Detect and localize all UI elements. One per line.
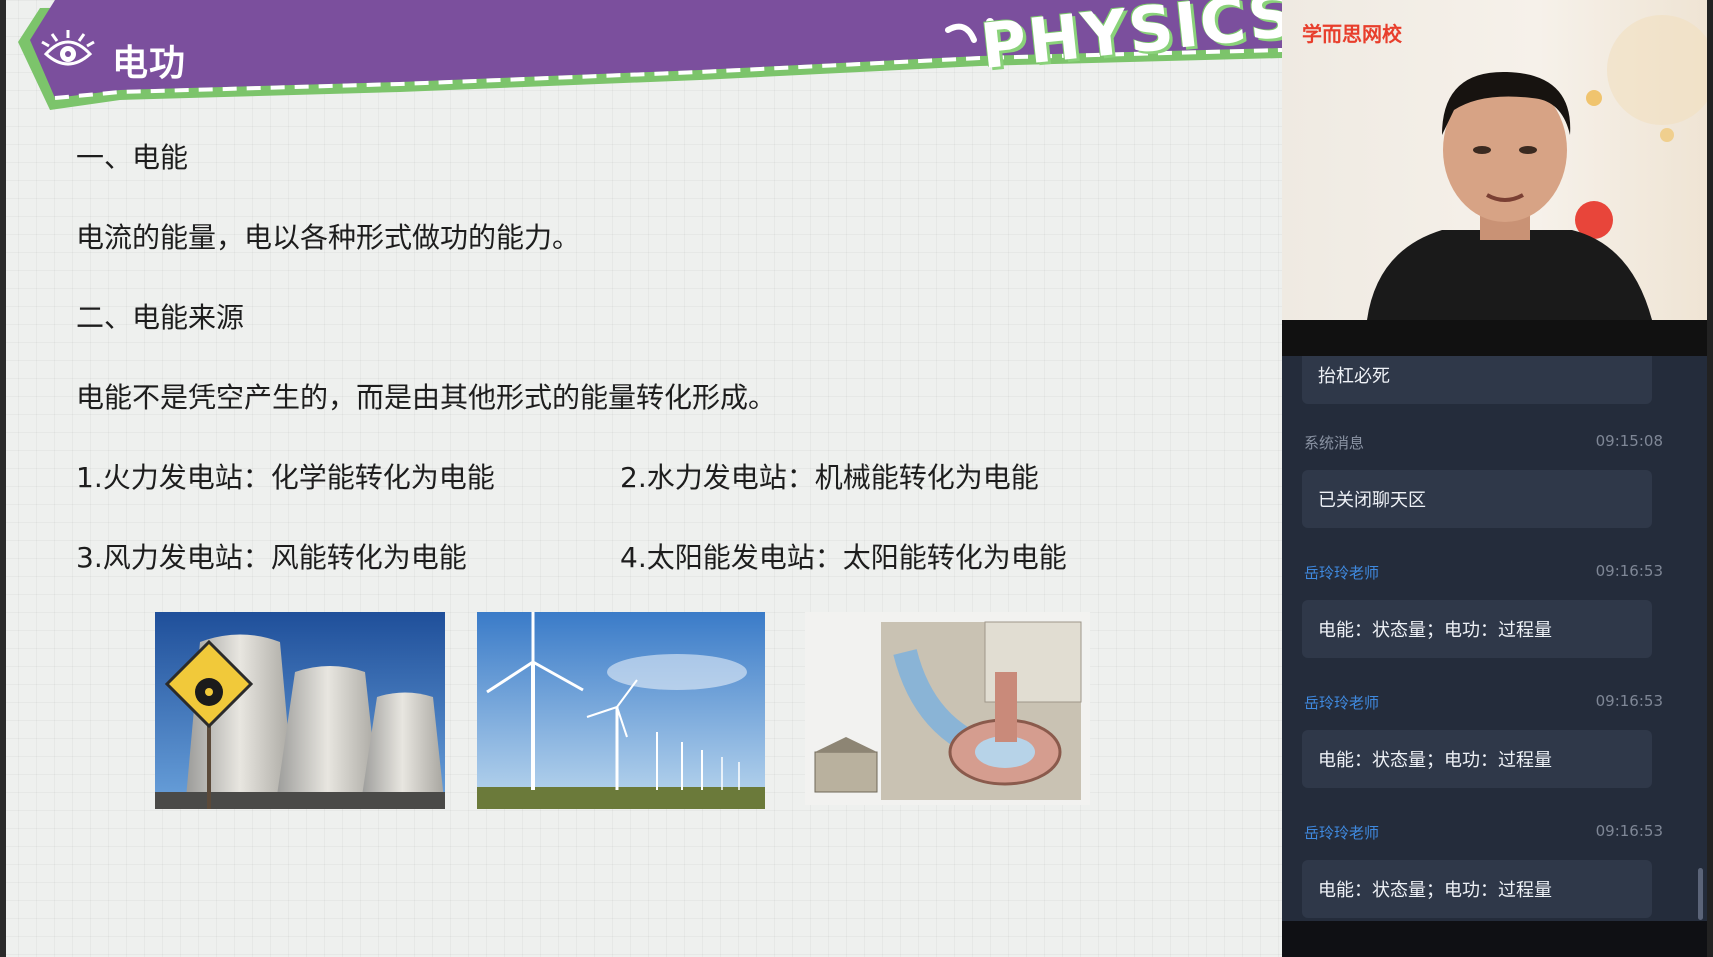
chat-message-text: 抬杠必死 [1318,366,1390,387]
chat-message-bubble: 电能：状态量；电功：过程量 [1302,600,1652,658]
cooling-tower-image [155,612,445,809]
wind-turbine-image [477,612,765,809]
chat-scrollbar[interactable] [1698,868,1703,920]
chat-sender-teacher[interactable]: 岳玲玲老师 [1304,692,1379,713]
video-separator [1282,320,1707,356]
chat-message-bubble: 已关闭聊天区 [1302,470,1652,528]
chat-message-text: 已关闭聊天区 [1318,490,1426,511]
heading-energy-source: 二、电能来源 [76,301,245,334]
item-wind: 3.风力发电站：风能转化为电能 [76,541,467,574]
courseware-slide: 电功 PHYSICS 一、电能 电流的能量，电以各种形式做功的能力。 二、电能来… [0,0,1282,957]
chat-message-text: 电能：状态量；电功：过程量 [1318,880,1552,901]
teacher-figure [1367,15,1707,320]
chat-sender-teacher[interactable]: 岳玲玲老师 [1304,822,1379,843]
eye-icon [40,28,96,76]
item-thermal: 1.火力发电站：化学能转化为电能 [76,461,495,494]
slide-left-edge [0,0,6,957]
chat-bottom-bar [1282,921,1707,957]
item-hydro: 2.水力发电站：机械能转化为电能 [620,461,1039,494]
chat-message-text: 电能：状态量；电功：过程量 [1318,750,1552,771]
chat-timestamp: 09:16:53 [1595,692,1663,710]
chat-panel[interactable]: 抬杠必死 系统消息 09:15:08 已关闭聊天区 岳玲玲老师 09:16:53… [1282,356,1707,921]
chat-message-text: 电能：状态量；电功：过程量 [1318,620,1552,641]
definition-text: 电流的能量，电以各种形式做功的能力。 [76,221,581,254]
chat-message-bubble: 电能：状态量；电功：过程量 [1302,730,1652,788]
chat-message-bubble: 电能：状态量；电功：过程量 [1302,860,1652,918]
slide-title: 电功 [112,43,187,84]
chat-message-bubble: 抬杠必死 [1302,356,1652,404]
chat-timestamp: 09:16:53 [1595,562,1663,580]
chat-timestamp: 09:15:08 [1595,432,1663,450]
chat-sender-teacher[interactable]: 岳玲玲老师 [1304,562,1379,583]
teacher-video: 学而思网校 [1282,0,1707,320]
source-text: 电能不是凭空产生的，而是由其他形式的能量转化形成。 [76,381,777,414]
window-right-edge [1707,0,1713,957]
heading-electric-energy: 一、电能 [76,141,189,174]
item-solar: 4.太阳能发电站：太阳能转化为电能 [620,541,1067,574]
chat-timestamp: 09:16:53 [1595,822,1663,840]
chat-sender-system: 系统消息 [1304,434,1365,452]
hydro-turbine-image [805,612,1090,805]
